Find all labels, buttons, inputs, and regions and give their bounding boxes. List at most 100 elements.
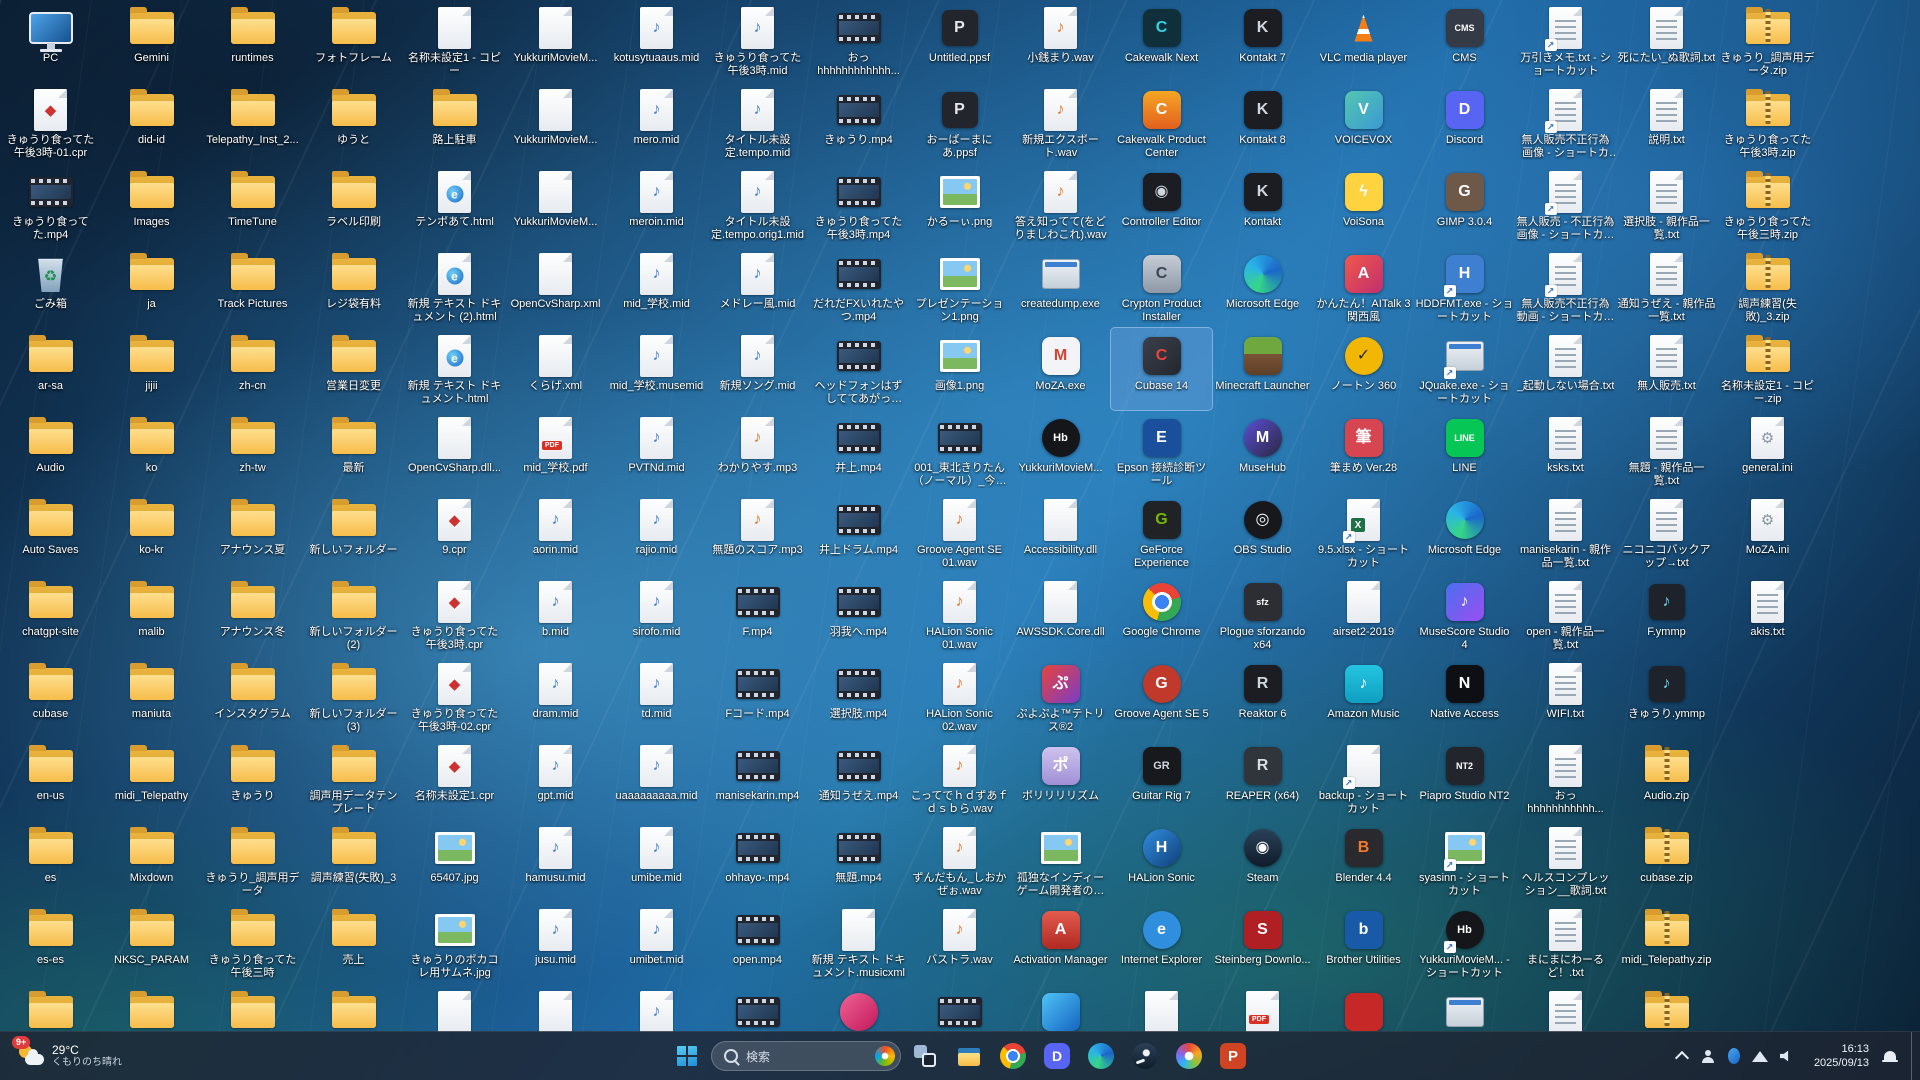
desktop-icon[interactable]: きゅうり.mp4 [808, 82, 909, 164]
desktop-icon[interactable] [303, 984, 404, 1032]
desktop-icon[interactable]: uaaaaaaaaa.mid [606, 738, 707, 820]
taskbar-app-powerpoint[interactable] [1213, 1036, 1253, 1076]
show-desktop-strip[interactable] [1911, 1032, 1916, 1080]
desktop-icon[interactable]: 新規 テキスト ドキュメント.musicxml [808, 902, 909, 984]
desktop-icon[interactable]: b Brother Utilities [1313, 902, 1414, 984]
desktop-icon[interactable]: 答え知ってて(をどりましわこれ).wav [1010, 164, 1111, 246]
desktop-icon[interactable]: おーばーまにあ.ppsf [909, 82, 1010, 164]
desktop-icon[interactable]: C Crypton Product Installer [1111, 246, 1212, 328]
desktop-icon[interactable]: Minecraft Launcher [1212, 328, 1313, 410]
tray-person-button[interactable] [1696, 1036, 1720, 1076]
desktop-icon[interactable]: R Reaktor 6 [1212, 656, 1313, 738]
desktop-icon[interactable]: 調声練習(失敗)_3.zip [1717, 246, 1818, 328]
desktop-icon[interactable]: F.mp4 [707, 574, 808, 656]
desktop-icon[interactable]: AWSSDK.Core.dll [1010, 574, 1111, 656]
desktop-icon[interactable] [1616, 984, 1717, 1032]
desktop-icon[interactable]: YukkuriMovieM... [505, 164, 606, 246]
desktop-icon[interactable]: ゆうと [303, 82, 404, 164]
desktop-icon[interactable]: open - 親作品一覧.txt [1515, 574, 1616, 656]
desktop-icon[interactable]: ✓ ノートン 360 [1313, 328, 1414, 410]
desktop-icon[interactable] [808, 984, 909, 1032]
desktop-icon[interactable]: es-es [0, 902, 101, 984]
desktop-icon[interactable]: mid_学校.musemid [606, 328, 707, 410]
desktop-icon[interactable]: ↗ 万引きメモ.txt - ショートカット [1515, 0, 1616, 82]
desktop-icon[interactable]: dram.mid [505, 656, 606, 738]
desktop-icon[interactable]: G GeForce Experience [1111, 492, 1212, 574]
desktop-icon[interactable]: ずんだもん_しおかぜぉ.wav [909, 820, 1010, 902]
taskbar-app-discord[interactable] [1037, 1036, 1077, 1076]
desktop-icon[interactable]: ラベル印刷 [303, 164, 404, 246]
tray-wifi-button[interactable] [1748, 1036, 1772, 1076]
desktop-icon[interactable]: C Cakewalk Product Center [1111, 82, 1212, 164]
taskbar-app-file-explorer[interactable] [949, 1036, 989, 1076]
desktop-icon[interactable]: 小銭まり.wav [1010, 0, 1111, 82]
desktop-icon[interactable]: Groove Agent SE 01.wav [909, 492, 1010, 574]
desktop-icon[interactable] [505, 984, 606, 1032]
desktop-icon[interactable]: K Kontakt 7 [1212, 0, 1313, 82]
desktop-icon[interactable]: ↗ 無人販売不正行為画像 - ショートカッ... [1515, 82, 1616, 164]
desktop-icon[interactable] [101, 984, 202, 1032]
desktop-icon[interactable] [707, 984, 808, 1032]
desktop-icon[interactable]: LINE LINE [1414, 410, 1515, 492]
desktop-icon[interactable]: ksks.txt [1515, 410, 1616, 492]
clock[interactable]: 16:13 2025/09/13 [1808, 1042, 1875, 1071]
taskbar-app-edge[interactable] [1081, 1036, 1121, 1076]
desktop-icon[interactable]: 無題.mp4 [808, 820, 909, 902]
desktop-icon[interactable]: Microsoft Edge [1414, 492, 1515, 574]
desktop-icon[interactable]: E Epson 接続診断ツール [1111, 410, 1212, 492]
desktop-icon[interactable]: es [0, 820, 101, 902]
desktop-icon[interactable]: YukkuriMovieM... [505, 82, 606, 164]
desktop-icon[interactable] [1313, 984, 1414, 1032]
desktop-icon[interactable]: GR Guitar Rig 7 [1111, 738, 1212, 820]
desktop-icon[interactable]: 新しいフォルダー (2) [303, 574, 404, 656]
desktop-icon[interactable]: きゅうり_調声用データ.zip [1717, 0, 1818, 82]
desktop-icon[interactable]: Hb ↗ YukkuriMovieM... - ショートカット [1414, 902, 1515, 984]
desktop-icon[interactable]: テンポあて.html [404, 164, 505, 246]
desktop-icon[interactable]: 死にたい_ぬ歌詞.txt [1616, 0, 1717, 82]
tray-blue-circle-button[interactable] [1722, 1036, 1746, 1076]
desktop-icon[interactable]: NKSC_PARAM [101, 902, 202, 984]
desktop-icon[interactable]: きゅうり食ってた午後三時 [202, 902, 303, 984]
desktop-icon[interactable]: ϟ VoiSona [1313, 164, 1414, 246]
taskbar-app-photos[interactable] [1169, 1036, 1209, 1076]
desktop-icon[interactable]: open.mp4 [707, 902, 808, 984]
start-button[interactable] [667, 1036, 707, 1076]
desktop-icon[interactable]: アナウンス夏 [202, 492, 303, 574]
desktop-icon[interactable]: cubase [0, 656, 101, 738]
desktop-icon[interactable]: R REAPER (x64) [1212, 738, 1313, 820]
desktop-icon[interactable]: かるーぃ.png [909, 164, 1010, 246]
desktop-icon[interactable]: PC [0, 0, 101, 82]
taskbar-app-chrome[interactable] [993, 1036, 1033, 1076]
desktop-icon[interactable]: きゅうり食ってた午後3時.cpr [404, 574, 505, 656]
desktop-icon[interactable]: C Cubase 14 [1110, 327, 1213, 411]
desktop-icon[interactable]: HALion Sonic 01.wav [909, 574, 1010, 656]
desktop-icon[interactable]: 名称未設定1 - コピー.zip [1717, 328, 1818, 410]
desktop-icon[interactable]: Hb YukkuriMovieM... [1010, 410, 1111, 492]
desktop-icon[interactable]: きゅうりのボカコレ用サムネ.jpg [404, 902, 505, 984]
desktop-icon[interactable]: バストラ.wav [909, 902, 1010, 984]
desktop-icon[interactable]: ◉ Controller Editor [1111, 164, 1212, 246]
desktop-icon[interactable]: CMS CMS [1414, 0, 1515, 82]
desktop-icon[interactable]: ko [101, 410, 202, 492]
desktop-icon[interactable]: 65407.jpg [404, 820, 505, 902]
desktop-icon[interactable]: b.mid [505, 574, 606, 656]
desktop-icon[interactable]: A Activation Manager [1010, 902, 1111, 984]
desktop-icon[interactable]: きゅうり_調声用データ [202, 820, 303, 902]
desktop-icon[interactable]: malib [101, 574, 202, 656]
desktop-icon[interactable]: 営業日変更 [303, 328, 404, 410]
desktop-icon[interactable]: おっhhhhhhhhhhh... [1515, 738, 1616, 820]
desktop-icon[interactable]: G GIMP 3.0.4 [1414, 164, 1515, 246]
desktop-icon[interactable]: 選択肢.mp4 [808, 656, 909, 738]
desktop-icon[interactable]: Track Pictures [202, 246, 303, 328]
desktop-icon[interactable]: 新しいフォルダー (3) [303, 656, 404, 738]
desktop[interactable]: PC Gemini runtimes フォトフレーム 名称未設定1 - コピー … [0, 0, 1920, 1032]
desktop-icon[interactable]: ↗ 無人販売 - 不正行為画像 - ショートカット [1515, 164, 1616, 246]
desktop-icon[interactable]: Accessibility.dll [1010, 492, 1111, 574]
taskbar-app-steam[interactable] [1125, 1036, 1165, 1076]
desktop-icon[interactable]: K Kontakt 8 [1212, 82, 1313, 164]
desktop-icon[interactable]: きゅうり食ってた.mp4 [0, 164, 101, 246]
desktop-icon[interactable]: K Kontakt [1212, 164, 1313, 246]
desktop-icon[interactable]: M MoZA.exe [1010, 328, 1111, 410]
widgets-weather-button[interactable]: 9+ 29°C くもりのち晴れ [8, 1032, 132, 1080]
desktop-icon[interactable]: ヘルスコンプレッション__歌詞.txt [1515, 820, 1616, 902]
